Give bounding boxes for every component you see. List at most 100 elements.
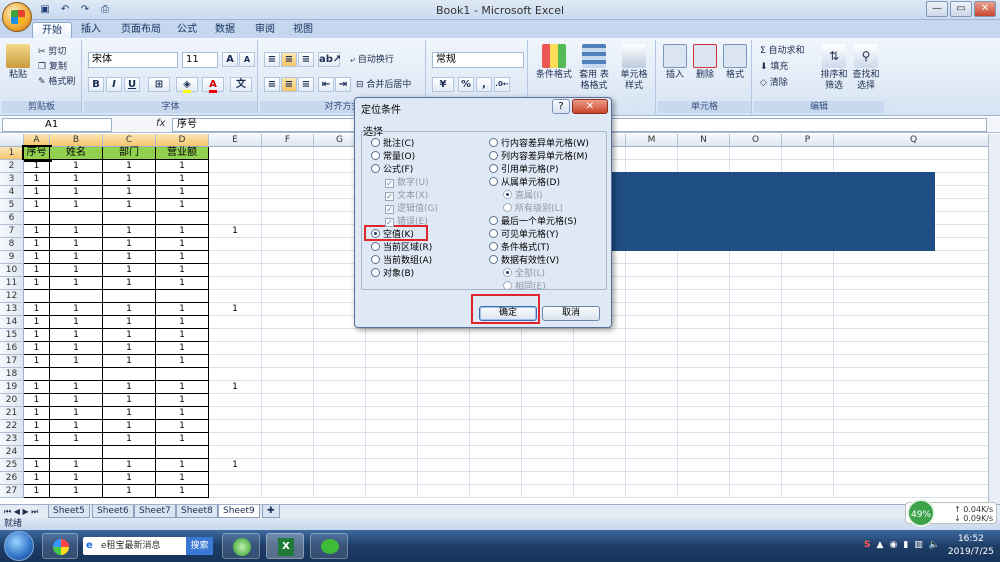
format-painter-button[interactable]: ✎ 格式刷 <box>38 76 75 88</box>
close-window-button[interactable]: ✕ <box>974 1 996 17</box>
row-header[interactable]: 2 <box>0 160 24 173</box>
delete-cells-button[interactable]: 删除 <box>690 44 720 81</box>
row-header[interactable]: 23 <box>0 433 24 446</box>
grid-cell[interactable]: 1 <box>24 316 50 329</box>
grid-cell[interactable] <box>522 342 574 355</box>
grid-cell[interactable] <box>209 316 262 329</box>
font-size-dropdown[interactable]: 11 <box>182 52 218 68</box>
grid-cell[interactable] <box>418 420 470 433</box>
align-top-button[interactable]: ≡ <box>264 52 280 67</box>
row-header[interactable]: 11 <box>0 277 24 290</box>
radio-option[interactable]: 当前区域(R) <box>371 242 432 254</box>
grid-cell[interactable]: 1 <box>156 173 209 186</box>
format-cells-button[interactable]: 格式 <box>720 44 750 81</box>
grid-cell[interactable] <box>782 420 834 433</box>
grid-cell[interactable] <box>366 368 418 381</box>
grid-cell[interactable] <box>522 472 574 485</box>
grid-cell[interactable] <box>314 381 366 394</box>
grid-cell[interactable] <box>262 251 314 264</box>
grid-cell[interactable] <box>314 485 366 498</box>
sheet-tab[interactable]: Sheet8 <box>176 505 218 518</box>
grid-cell[interactable] <box>209 173 262 186</box>
radio-option[interactable]: 批注(C) <box>371 138 414 150</box>
grid-cell[interactable] <box>782 381 834 394</box>
grid-cell[interactable] <box>366 472 418 485</box>
clear-button[interactable]: ◇ 清除 <box>760 77 788 89</box>
number-format-dropdown[interactable]: 常规 <box>432 52 524 68</box>
grid-cell[interactable] <box>366 355 418 368</box>
insert-cells-button[interactable]: 插入 <box>660 44 690 81</box>
grid-cell[interactable] <box>574 485 626 498</box>
grid-cell[interactable]: 1 <box>50 277 103 290</box>
grid-cell[interactable]: 1 <box>156 277 209 290</box>
grid-cell[interactable] <box>209 355 262 368</box>
grid-cell[interactable] <box>366 459 418 472</box>
grid-cell[interactable] <box>626 394 678 407</box>
row-header[interactable]: 26 <box>0 472 24 485</box>
grid-cell[interactable] <box>156 446 209 459</box>
volume-icon[interactable]: 🔈 <box>929 540 940 550</box>
grid-cell[interactable] <box>522 368 574 381</box>
grid-cell[interactable] <box>730 329 782 342</box>
grid-cell[interactable] <box>678 290 730 303</box>
grid-cell[interactable] <box>834 420 988 433</box>
grid-cell[interactable]: 1 <box>209 459 262 472</box>
grid-cell[interactable] <box>678 277 730 290</box>
grid-cell[interactable] <box>834 394 988 407</box>
grid-cell[interactable] <box>730 433 782 446</box>
grid-cell[interactable] <box>418 342 470 355</box>
wrap-text-button[interactable]: ⤶ 自动换行 <box>350 54 394 66</box>
grid-cell[interactable] <box>522 355 574 368</box>
grid-cell[interactable] <box>262 277 314 290</box>
format-as-table-button[interactable]: 套用 表格格式 <box>576 44 612 92</box>
grid-cell[interactable] <box>522 485 574 498</box>
grid-cell[interactable] <box>418 394 470 407</box>
fill-button[interactable]: ⬇ 填充 <box>760 61 788 73</box>
grid-cell[interactable] <box>209 212 262 225</box>
grid-cell[interactable]: 1 <box>103 381 156 394</box>
grid-cell[interactable]: 1 <box>50 303 103 316</box>
grid-cell[interactable] <box>834 355 988 368</box>
grid-cell[interactable]: 1 <box>156 342 209 355</box>
grid-cell[interactable]: 1 <box>156 238 209 251</box>
grid-cell[interactable] <box>678 407 730 420</box>
grid-cell[interactable]: 1 <box>24 342 50 355</box>
radio-option[interactable]: 从属单元格(D) <box>489 177 560 189</box>
grid-cell[interactable] <box>314 329 366 342</box>
grid-cell[interactable] <box>209 420 262 433</box>
grid-cell[interactable] <box>50 446 103 459</box>
grid-cell[interactable] <box>209 186 262 199</box>
grid-cell[interactable] <box>626 329 678 342</box>
grid-cell[interactable] <box>470 355 522 368</box>
grid-cell[interactable] <box>626 433 678 446</box>
office-button[interactable] <box>2 2 32 32</box>
grid-cell[interactable] <box>209 446 262 459</box>
grid-cell[interactable] <box>626 251 678 264</box>
grid-cell[interactable] <box>50 368 103 381</box>
grid-cell[interactable] <box>262 472 314 485</box>
grid-cell[interactable] <box>626 316 678 329</box>
ok-button[interactable]: 确定 <box>479 306 537 321</box>
grid-cell[interactable] <box>678 329 730 342</box>
grid-cell[interactable] <box>834 303 988 316</box>
grid-cell[interactable] <box>418 329 470 342</box>
grid-cell[interactable]: 1 <box>103 472 156 485</box>
grid-cell[interactable] <box>262 173 314 186</box>
row-header[interactable]: 3 <box>0 173 24 186</box>
grid-cell[interactable]: 1 <box>156 381 209 394</box>
column-header[interactable]: C <box>103 134 156 147</box>
grid-cell[interactable] <box>782 459 834 472</box>
align-center-button[interactable]: ≡ <box>281 77 297 92</box>
grid-cell[interactable] <box>209 147 262 160</box>
grid-cell[interactable]: 1 <box>156 472 209 485</box>
name-box[interactable]: A1 <box>2 118 112 132</box>
grid-cell[interactable] <box>209 264 262 277</box>
align-middle-button[interactable]: ≡ <box>281 52 297 67</box>
grid-cell[interactable] <box>834 264 988 277</box>
grid-cell[interactable]: 1 <box>103 394 156 407</box>
grid-cell[interactable]: 1 <box>103 251 156 264</box>
grid-cell[interactable]: 1 <box>24 277 50 290</box>
phonetic-button[interactable]: 文 <box>230 77 252 92</box>
grid-cell[interactable] <box>418 381 470 394</box>
grid-cell[interactable] <box>626 446 678 459</box>
